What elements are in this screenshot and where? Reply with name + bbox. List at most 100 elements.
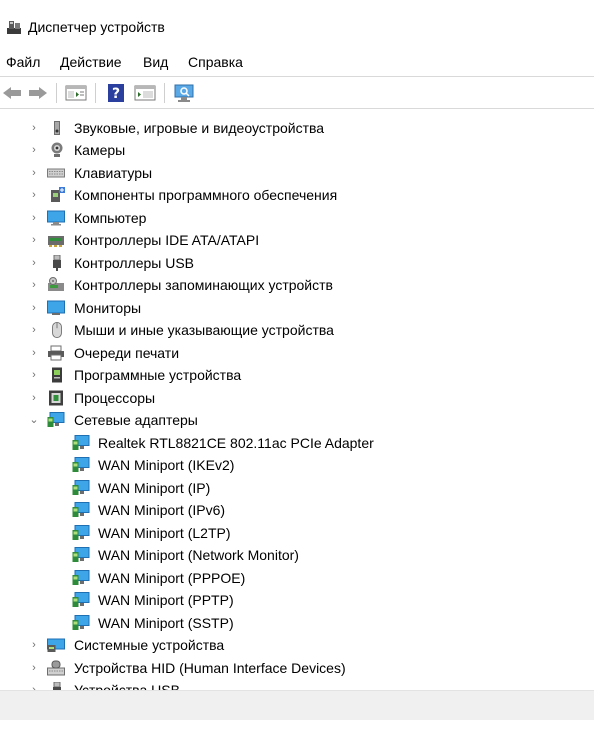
tree-item-label: WAN Miniport (L2TP) — [98, 525, 231, 541]
tree-item-storage-controllers[interactable]: › Контроллеры запоминающих устройств — [0, 274, 594, 296]
properties-button[interactable] — [133, 81, 157, 105]
tree-item-usb-devices[interactable]: › Устройства USB — [0, 679, 594, 690]
network-adapter-item[interactable]: WAN Miniport (PPTP) — [0, 589, 594, 611]
network-adapter-icon — [72, 615, 90, 630]
tree-item-hid[interactable]: › Устройства HID (Human Interface Device… — [0, 657, 594, 679]
tree-item-label: Контроллеры USB — [74, 255, 194, 271]
console-tree-button[interactable] — [64, 81, 88, 105]
tree-item-label: Устройства USB — [74, 682, 180, 690]
network-adapter-icon — [72, 435, 90, 450]
printer-icon — [48, 345, 64, 361]
tree-item-label: Realtek RTL8821CE 802.11ac PCIe Adapter — [98, 435, 374, 451]
tree-item-label: Камеры — [74, 142, 126, 158]
network-adapter-item[interactable]: WAN Miniport (PPPOE) — [0, 567, 594, 589]
tree-item-system-devices[interactable]: › Системные устройства — [0, 634, 594, 656]
network-adapter-item[interactable]: WAN Miniport (Network Monitor) — [0, 544, 594, 566]
chevron-right-icon[interactable]: › — [28, 369, 40, 381]
device-manager-icon — [7, 21, 21, 34]
tree-item-software-components[interactable]: › Компоненты программного обеспечения — [0, 184, 594, 206]
tree-item-label: WAN Miniport (SSTP) — [98, 615, 234, 631]
tree-item-sound[interactable]: › Звуковые, игровые и видеоустройства — [0, 117, 594, 139]
menu-action[interactable]: Действие — [58, 54, 124, 70]
forward-button[interactable] — [26, 81, 50, 105]
toolbar-separator — [164, 83, 165, 103]
tree-item-label: WAN Miniport (IP) — [98, 480, 211, 496]
title-bar: Диспетчер устройств — [0, 0, 594, 52]
toolbar-separator — [95, 83, 96, 103]
chevron-right-icon[interactable]: › — [28, 167, 40, 179]
monitor-icon — [47, 300, 65, 315]
chevron-right-icon[interactable]: › — [28, 189, 40, 201]
tree-item-label: WAN Miniport (IPv6) — [98, 502, 226, 518]
tree-item-label: Устройства HID (Human Interface Devices) — [74, 660, 346, 676]
tree-item-network-adapters[interactable]: ⌄ Сетевые адаптеры — [0, 409, 594, 431]
scan-hardware-icon — [174, 84, 194, 102]
network-adapter-item[interactable]: WAN Miniport (SSTP) — [0, 612, 594, 634]
network-adapter-icon — [72, 502, 90, 517]
chevron-right-icon[interactable]: › — [28, 639, 40, 651]
chevron-right-icon[interactable]: › — [28, 234, 40, 246]
tree-item-label: Компоненты программного обеспечения — [74, 187, 338, 203]
chevron-right-icon[interactable]: › — [28, 324, 40, 336]
speaker-icon — [54, 121, 60, 135]
chevron-right-icon[interactable]: › — [28, 257, 40, 269]
usb-device-icon — [53, 682, 61, 690]
tree-item-label: WAN Miniport (IKEv2) — [98, 457, 235, 473]
properties-icon — [134, 85, 156, 101]
network-adapter-icon — [72, 525, 90, 540]
chevron-right-icon[interactable]: › — [28, 662, 40, 674]
network-adapter-item[interactable]: WAN Miniport (IP) — [0, 477, 594, 499]
window-bottom-edge — [0, 720, 594, 734]
tree-item-monitors[interactable]: › Мониторы — [0, 297, 594, 319]
tree-item-mice[interactable]: › Мыши и иные указывающие устройства — [0, 319, 594, 341]
tree-item-ide-controllers[interactable]: › Контроллеры IDE ATA/ATAPI — [0, 229, 594, 251]
chevron-right-icon[interactable]: › — [28, 144, 40, 156]
network-adapter-item[interactable]: WAN Miniport (IKEv2) — [0, 454, 594, 476]
network-adapter-item[interactable]: WAN Miniport (IPv6) — [0, 499, 594, 521]
tree-item-software-devices[interactable]: › Программные устройства — [0, 364, 594, 386]
processor-icon — [49, 390, 63, 406]
network-adapter-icon — [72, 547, 90, 562]
tree-item-cameras[interactable]: › Камеры — [0, 139, 594, 161]
chevron-right-icon[interactable]: › — [28, 279, 40, 291]
tree-item-label: Процессоры — [74, 390, 156, 406]
back-button[interactable] — [0, 81, 24, 105]
chevron-right-icon[interactable]: › — [28, 122, 40, 134]
tree-item-label: Звуковые, игровые и видеоустройства — [74, 120, 325, 136]
chevron-right-icon[interactable]: › — [28, 212, 40, 224]
system-device-icon — [47, 638, 65, 652]
status-bar — [0, 690, 594, 720]
network-adapter-item[interactable]: WAN Miniport (L2TP) — [0, 522, 594, 544]
chevron-right-icon[interactable]: › — [28, 392, 40, 404]
tree-item-processors[interactable]: › Процессоры — [0, 387, 594, 409]
menu-help[interactable]: Справка — [186, 54, 245, 70]
network-adapter-icon — [47, 412, 65, 427]
tree-item-print-queues[interactable]: › Очереди печати — [0, 342, 594, 364]
scan-hardware-button[interactable] — [172, 81, 196, 105]
tree-item-label: Системные устройства — [74, 637, 225, 653]
menu-view[interactable]: Вид — [141, 54, 170, 70]
chevron-right-icon[interactable]: › — [28, 347, 40, 359]
svg-text:?: ? — [112, 86, 120, 102]
tree-item-label: Программные устройства — [74, 367, 242, 383]
tree-item-computer[interactable]: › Компьютер — [0, 207, 594, 229]
tree-item-usb-controllers[interactable]: › Контроллеры USB — [0, 252, 594, 274]
menu-bar: Файл Действие Вид Справка — [0, 52, 594, 76]
webcam-icon — [51, 142, 63, 157]
software-component-icon — [51, 187, 65, 202]
chevron-down-icon[interactable]: ⌄ — [28, 414, 40, 426]
tree-item-label: WAN Miniport (PPPOE) — [98, 570, 246, 586]
tree-item-keyboards[interactable]: › Клавиатуры — [0, 162, 594, 184]
menu-file[interactable]: Файл — [4, 54, 42, 70]
network-adapter-icon — [72, 457, 90, 472]
tree-item-label: Контроллеры запоминающих устройств — [74, 277, 333, 293]
network-adapter-item[interactable]: Realtek RTL8821CE 802.11ac PCIe Adapter — [0, 432, 594, 454]
back-arrow-icon — [3, 87, 21, 99]
tree-item-label: Сетевые адаптеры — [74, 412, 198, 428]
chevron-right-icon[interactable]: › — [28, 302, 40, 314]
network-adapter-icon — [72, 570, 90, 585]
tree-item-label: Очереди печати — [74, 345, 180, 361]
network-adapter-icon — [72, 592, 90, 607]
keyboard-icon — [47, 168, 65, 178]
help-button[interactable]: ? — [104, 81, 128, 105]
